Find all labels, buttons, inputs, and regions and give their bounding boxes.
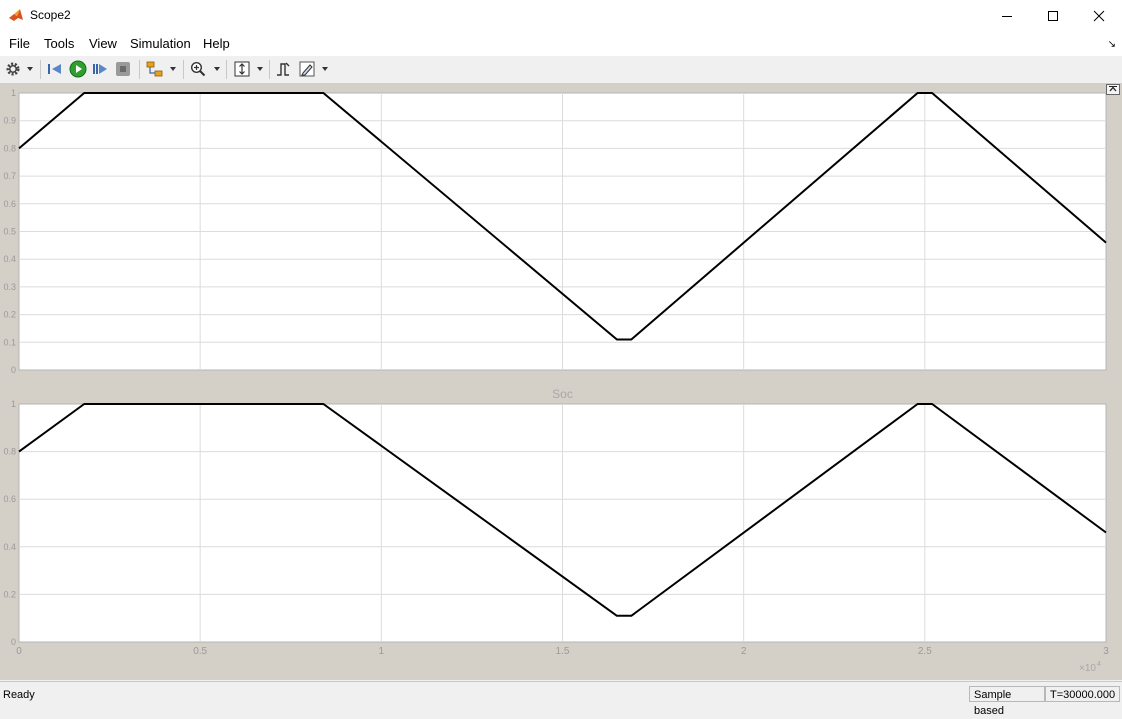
status-time: T=30000.000 bbox=[1045, 686, 1120, 702]
stop-button[interactable] bbox=[115, 60, 131, 78]
x-exponent-base: ×10 bbox=[1079, 663, 1096, 674]
y-tick-label: 0.8 bbox=[3, 447, 16, 457]
close-icon bbox=[1093, 10, 1105, 21]
style-dropdown-icon[interactable] bbox=[322, 67, 328, 71]
highlight-signal-button[interactable] bbox=[146, 60, 164, 78]
x-tick-label: 1 bbox=[379, 646, 385, 657]
menu-view[interactable]: View bbox=[89, 36, 117, 51]
close-button[interactable] bbox=[1076, 0, 1122, 31]
autoscale-icon bbox=[234, 61, 250, 77]
y-tick-label: 0.6 bbox=[3, 199, 16, 209]
toolbar bbox=[0, 56, 1122, 84]
y-tick-label: 0.2 bbox=[3, 589, 16, 599]
x-exponent-power: 4 bbox=[1097, 661, 1101, 668]
x-tick-label: 0.5 bbox=[193, 646, 207, 657]
stop-icon bbox=[116, 62, 130, 76]
signal-tree-icon bbox=[146, 61, 163, 77]
zoom-in-icon bbox=[190, 61, 206, 77]
zoom-dropdown-icon[interactable] bbox=[214, 67, 220, 71]
menu-file[interactable]: File bbox=[9, 36, 30, 51]
dock-arrow-icon[interactable]: ↘ bbox=[1108, 39, 1116, 50]
toolbar-separator bbox=[40, 60, 41, 79]
autoscale-button[interactable] bbox=[234, 60, 250, 78]
y-tick-label: 1 bbox=[11, 88, 16, 98]
style-button[interactable] bbox=[299, 60, 315, 78]
y-tick-label: 0.8 bbox=[3, 143, 16, 153]
autoscale-dropdown-icon[interactable] bbox=[257, 67, 263, 71]
maximize-button[interactable] bbox=[1030, 0, 1076, 31]
minimize-icon bbox=[1002, 15, 1012, 17]
x-tick-label: 1.5 bbox=[556, 646, 570, 657]
menu-tools[interactable]: Tools bbox=[44, 36, 74, 51]
status-ready: Ready bbox=[3, 689, 35, 701]
settings-dropdown-icon[interactable] bbox=[27, 67, 33, 71]
triggers-button[interactable] bbox=[275, 60, 291, 78]
minimize-button[interactable] bbox=[984, 0, 1030, 31]
y-tick-label: 0.7 bbox=[3, 171, 16, 181]
maximize-icon bbox=[1048, 10, 1058, 21]
run-button[interactable] bbox=[69, 60, 87, 78]
matlab-logo-icon bbox=[9, 9, 23, 21]
window-title: Scope2 bbox=[30, 8, 71, 22]
status-mode: Sample based bbox=[969, 686, 1045, 717]
zoom-button[interactable] bbox=[190, 60, 206, 78]
axes-title: Soc bbox=[552, 387, 573, 401]
menu-help[interactable]: Help bbox=[203, 36, 230, 51]
y-tick-label: 0.1 bbox=[3, 337, 16, 347]
play-icon bbox=[69, 60, 87, 78]
trigger-icon bbox=[277, 62, 290, 76]
toolbar-separator bbox=[139, 60, 140, 79]
gear-icon bbox=[6, 62, 20, 76]
y-tick-label: 0.9 bbox=[3, 116, 16, 126]
settings-button[interactable] bbox=[5, 60, 21, 78]
plots-canvas: 0 0.1 0.2 0.3 0.4 0.5 0.6 0.7 0.8 0.9 1 0 0.5 1 1.5 2 2.… bbox=[3, 88, 1109, 674]
status-bar: Ready Sample based T=30000.000 bbox=[0, 681, 1122, 717]
toolbar-separator bbox=[183, 60, 184, 79]
y-tick-label: 0 bbox=[11, 365, 16, 375]
y-tick-label: 1 bbox=[11, 399, 16, 409]
toolbar-separator bbox=[226, 60, 227, 79]
y-tick-label: 0.4 bbox=[3, 542, 16, 552]
x-tick-label: 2.5 bbox=[918, 646, 932, 657]
y-tick-label: 0.3 bbox=[3, 282, 16, 292]
highlight-dropdown-icon[interactable] bbox=[170, 67, 176, 71]
step-forward-button[interactable] bbox=[92, 60, 108, 78]
menu-simulation[interactable]: Simulation bbox=[130, 36, 191, 51]
title-bar: Scope2 bbox=[0, 0, 1122, 31]
undock-display-icon[interactable] bbox=[1106, 84, 1120, 95]
y-tick-label: 0.4 bbox=[3, 254, 16, 264]
x-tick-label: 2 bbox=[741, 646, 747, 657]
y-tick-label: 0.5 bbox=[3, 227, 16, 237]
step-back-icon bbox=[48, 64, 61, 74]
step-back-button[interactable] bbox=[47, 60, 63, 78]
x-tick-label: 0 bbox=[16, 646, 22, 657]
y-tick-label: 0 bbox=[11, 637, 16, 647]
x-tick-label: 3 bbox=[1103, 646, 1109, 657]
pencil-icon bbox=[299, 61, 315, 77]
y-tick-label: 0.2 bbox=[3, 310, 16, 320]
step-forward-icon bbox=[93, 64, 107, 74]
menu-bar: File Tools View Simulation Help ↘ bbox=[0, 31, 1122, 56]
y-tick-label: 0.6 bbox=[3, 494, 16, 504]
toolbar-separator bbox=[269, 60, 270, 79]
scope-display: 0 0.1 0.2 0.3 0.4 0.5 0.6 0.7 0.8 0.9 1 0 0.5 1 1.5 2 2.… bbox=[0, 84, 1122, 680]
